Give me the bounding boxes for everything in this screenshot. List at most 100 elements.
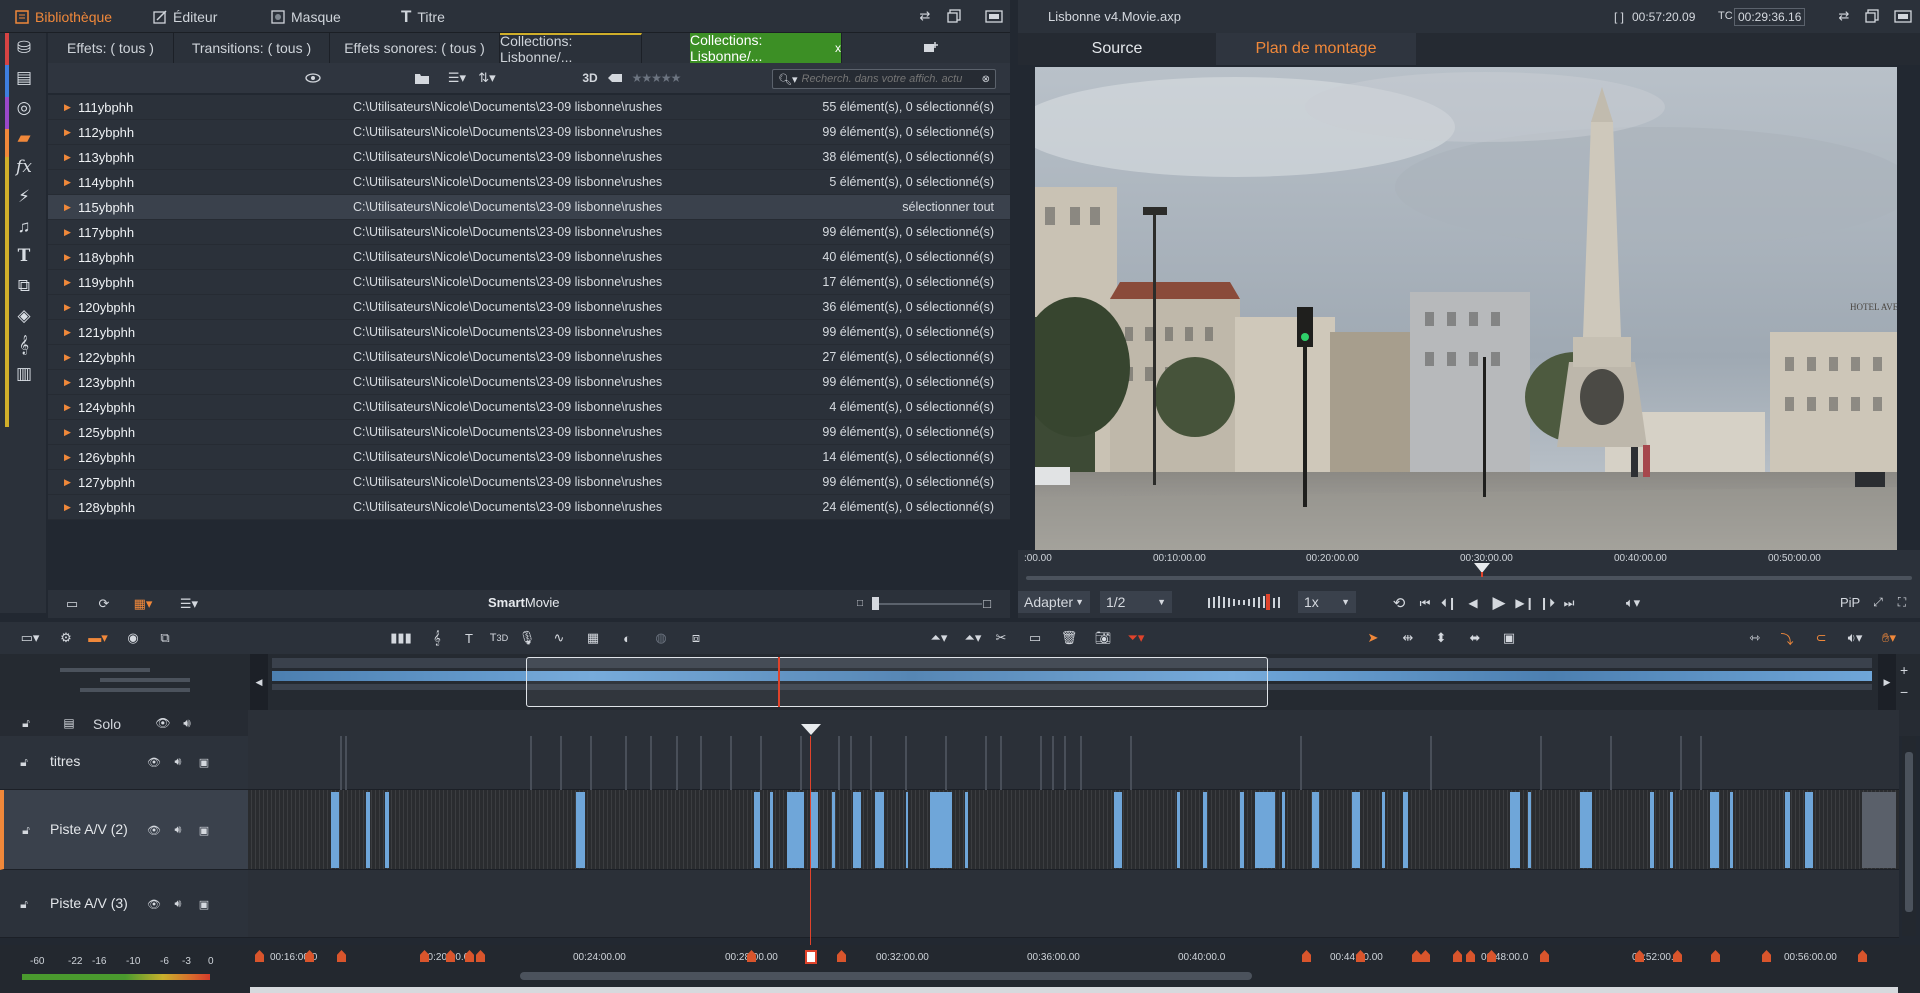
fullscreen-icon[interactable]: ⛶ bbox=[1894, 594, 1910, 610]
video-clip[interactable] bbox=[1203, 792, 1207, 868]
video-clip[interactable] bbox=[787, 792, 804, 868]
monitor-icon[interactable]: ▣ bbox=[196, 754, 212, 770]
close-tab-button[interactable]: x bbox=[835, 41, 841, 55]
stack-icon[interactable]: ▭ bbox=[64, 596, 80, 612]
media-icon[interactable]: ▰ bbox=[14, 128, 34, 148]
video-clip[interactable] bbox=[965, 792, 968, 868]
trash-icon[interactable]: 🗑︎ bbox=[1060, 629, 1078, 647]
collection-row[interactable]: ▶ 125ybphh C:\Utilisateurs\Nicole\Document… bbox=[48, 420, 1010, 445]
video-clip[interactable] bbox=[1580, 792, 1592, 868]
slide-icon[interactable]: ⬌ bbox=[1466, 629, 1484, 647]
insert-mode-icon[interactable]: ⤵ bbox=[1776, 629, 1798, 647]
playhead-marker[interactable] bbox=[805, 950, 817, 964]
expand-arrow-icon[interactable]: ▶ bbox=[64, 502, 71, 513]
loop-icon[interactable]: ⟲ bbox=[1390, 594, 1408, 612]
zoom-out-button[interactable]: − bbox=[1900, 684, 1908, 700]
video-clip[interactable] bbox=[906, 792, 908, 868]
clear-search-icon[interactable]: ⊗ bbox=[982, 74, 990, 85]
thumbnail-size-slider[interactable] bbox=[872, 603, 982, 605]
collection-row[interactable]: ▶ 121ybphh C:\Utilisateurs\Nicole\Document… bbox=[48, 320, 1010, 345]
video-clip[interactable] bbox=[1282, 792, 1285, 868]
timeline-hscroll-thumb[interactable] bbox=[520, 972, 1252, 980]
video-clip[interactable] bbox=[810, 792, 818, 868]
video-clip[interactable] bbox=[1650, 792, 1654, 868]
quality-dropdown[interactable]: 1/2 ▼ bbox=[1100, 591, 1172, 613]
expand-arrow-icon[interactable]: ▶ bbox=[64, 302, 71, 313]
eye-icon[interactable]: 👁︎ bbox=[146, 754, 162, 770]
video-clip[interactable] bbox=[1785, 792, 1790, 868]
rating-stars[interactable]: ★★★★★ bbox=[630, 69, 682, 87]
expand-arrow-icon[interactable]: ▶ bbox=[64, 427, 71, 438]
view-list-icon[interactable]: ☰▾ bbox=[446, 69, 468, 87]
tab-transitions[interactable]: Transitions: ( tous ) bbox=[174, 33, 330, 63]
dynamic-length-icon[interactable]: ▣ bbox=[1500, 629, 1518, 647]
video-clip[interactable] bbox=[1403, 792, 1408, 868]
timeline-marker[interactable] bbox=[1421, 950, 1430, 962]
score-icon[interactable]: 𝄞 bbox=[14, 335, 34, 355]
split-icon[interactable]: ▭ bbox=[1026, 629, 1044, 647]
title-tool-icon[interactable]: T bbox=[460, 629, 478, 647]
refresh-icon[interactable]: ⟳ bbox=[96, 596, 112, 612]
tab-plan-de-montage[interactable]: Plan de montage bbox=[1216, 33, 1416, 65]
speed-dropdown[interactable]: 1x ▼ bbox=[1298, 591, 1356, 613]
expand-icon[interactable]: ⤢ bbox=[1870, 594, 1886, 610]
preview-playhead-marker[interactable] bbox=[1474, 563, 1490, 577]
jog-shuttle[interactable] bbox=[1206, 594, 1288, 610]
zoom-in-button[interactable]: + bbox=[1900, 662, 1908, 678]
gear-icon[interactable]: ⚙ bbox=[56, 629, 76, 647]
navigator-scroll-left[interactable]: ◀ bbox=[250, 654, 268, 710]
collection-row[interactable]: ▶ 118ybphh C:\Utilisateurs\Nicole\Document… bbox=[48, 245, 1010, 270]
slider-handle[interactable] bbox=[872, 597, 879, 610]
folder-icon[interactable] bbox=[413, 70, 431, 86]
expand-arrow-icon[interactable]: ▶ bbox=[64, 252, 71, 263]
video-clip[interactable] bbox=[770, 792, 773, 868]
lock-icon[interactable]: 🔓︎ bbox=[16, 754, 32, 770]
snap-icon[interactable]: ▬▾ bbox=[86, 629, 110, 647]
collection-row[interactable]: ▶ 119ybphh C:\Utilisateurs\Nicole\Document… bbox=[48, 270, 1010, 295]
preview-timeline-ruler[interactable]: :00.00 00:10:00.00 00:20:00.00 00:30:00.00 0… bbox=[1018, 550, 1920, 588]
magnet-icon[interactable]: ⊂ bbox=[1810, 629, 1832, 647]
tab-source[interactable]: Source bbox=[1018, 33, 1216, 65]
music-icon[interactable]: ♫ bbox=[14, 217, 34, 237]
fit-dropdown[interactable]: Adapter ▼ bbox=[1018, 591, 1090, 613]
expand-arrow-icon[interactable]: ▶ bbox=[64, 277, 71, 288]
disc-burn-icon[interactable]: ◉ bbox=[124, 629, 142, 647]
collection-row[interactable]: ▶ 120ybphh C:\Utilisateurs\Nicole\Document… bbox=[48, 295, 1010, 320]
previous-frame-icon[interactable]: ⏴❙ bbox=[1440, 594, 1458, 612]
tab-effets[interactable]: Effets: ( tous ) bbox=[48, 33, 174, 63]
collection-row[interactable]: ▶ 115ybphh C:\Utilisateurs\Nicole\Document… bbox=[48, 195, 1010, 220]
play-button[interactable]: ▶ bbox=[1488, 593, 1510, 613]
timeline-marker[interactable] bbox=[1858, 950, 1867, 962]
tab-collections-1[interactable]: Collections: Lisbonne/... bbox=[500, 33, 642, 65]
tab-titre[interactable]: T Titre bbox=[401, 0, 445, 33]
video-clip[interactable] bbox=[1710, 792, 1719, 868]
expand-arrow-icon[interactable]: ▶ bbox=[64, 327, 71, 338]
storyboard-icon[interactable]: ▥ bbox=[14, 364, 34, 384]
monitor-icon[interactable]: ▣ bbox=[196, 822, 212, 838]
collection-row[interactable]: ▶ 127ybphh C:\Utilisateurs\Nicole\Document… bbox=[48, 470, 1010, 495]
layers-icon[interactable]: ◈ bbox=[14, 306, 34, 326]
timeline-marker[interactable] bbox=[1466, 950, 1475, 962]
track-lane[interactable] bbox=[248, 790, 1899, 870]
expand-arrow-icon[interactable]: ▶ bbox=[64, 377, 71, 388]
track-list-icon[interactable]: ▤ bbox=[60, 715, 78, 731]
maximize-icon[interactable] bbox=[985, 9, 1003, 23]
tab-bibliotheque[interactable]: Bibliothèque bbox=[15, 0, 112, 33]
export-icon[interactable]: ⧉ bbox=[156, 629, 174, 647]
timeline-bottom-ruler[interactable]: -60 -22 -16 -10 -6 -3 0 00:16:00.0 00:20:00.0 00… bbox=[0, 945, 1920, 993]
solo-label[interactable]: Solo bbox=[93, 716, 121, 732]
go-to-start-icon[interactable]: ⏮ bbox=[1416, 594, 1434, 612]
pip-button[interactable]: PiP bbox=[1840, 595, 1860, 610]
video-clip[interactable] bbox=[853, 792, 861, 868]
expand-arrow-icon[interactable]: ▶ bbox=[64, 352, 71, 363]
maximize-icon[interactable] bbox=[1894, 9, 1912, 23]
timeline-marker[interactable] bbox=[337, 950, 346, 962]
collection-count[interactable]: sélectionner tout bbox=[902, 200, 994, 214]
timeline-ruler-top[interactable] bbox=[248, 710, 1899, 736]
video-clip[interactable] bbox=[1510, 792, 1520, 868]
timeline-navigator[interactable]: ◀ ▶ + − bbox=[0, 654, 1920, 710]
swap-icon[interactable]: ⇄ bbox=[1836, 8, 1852, 24]
motion-icon[interactable]: ⧈ bbox=[686, 629, 706, 647]
marker-icon[interactable]: ⏶▾ bbox=[928, 629, 950, 647]
timecode-field[interactable]: 00:29:36.16 bbox=[1734, 8, 1806, 26]
